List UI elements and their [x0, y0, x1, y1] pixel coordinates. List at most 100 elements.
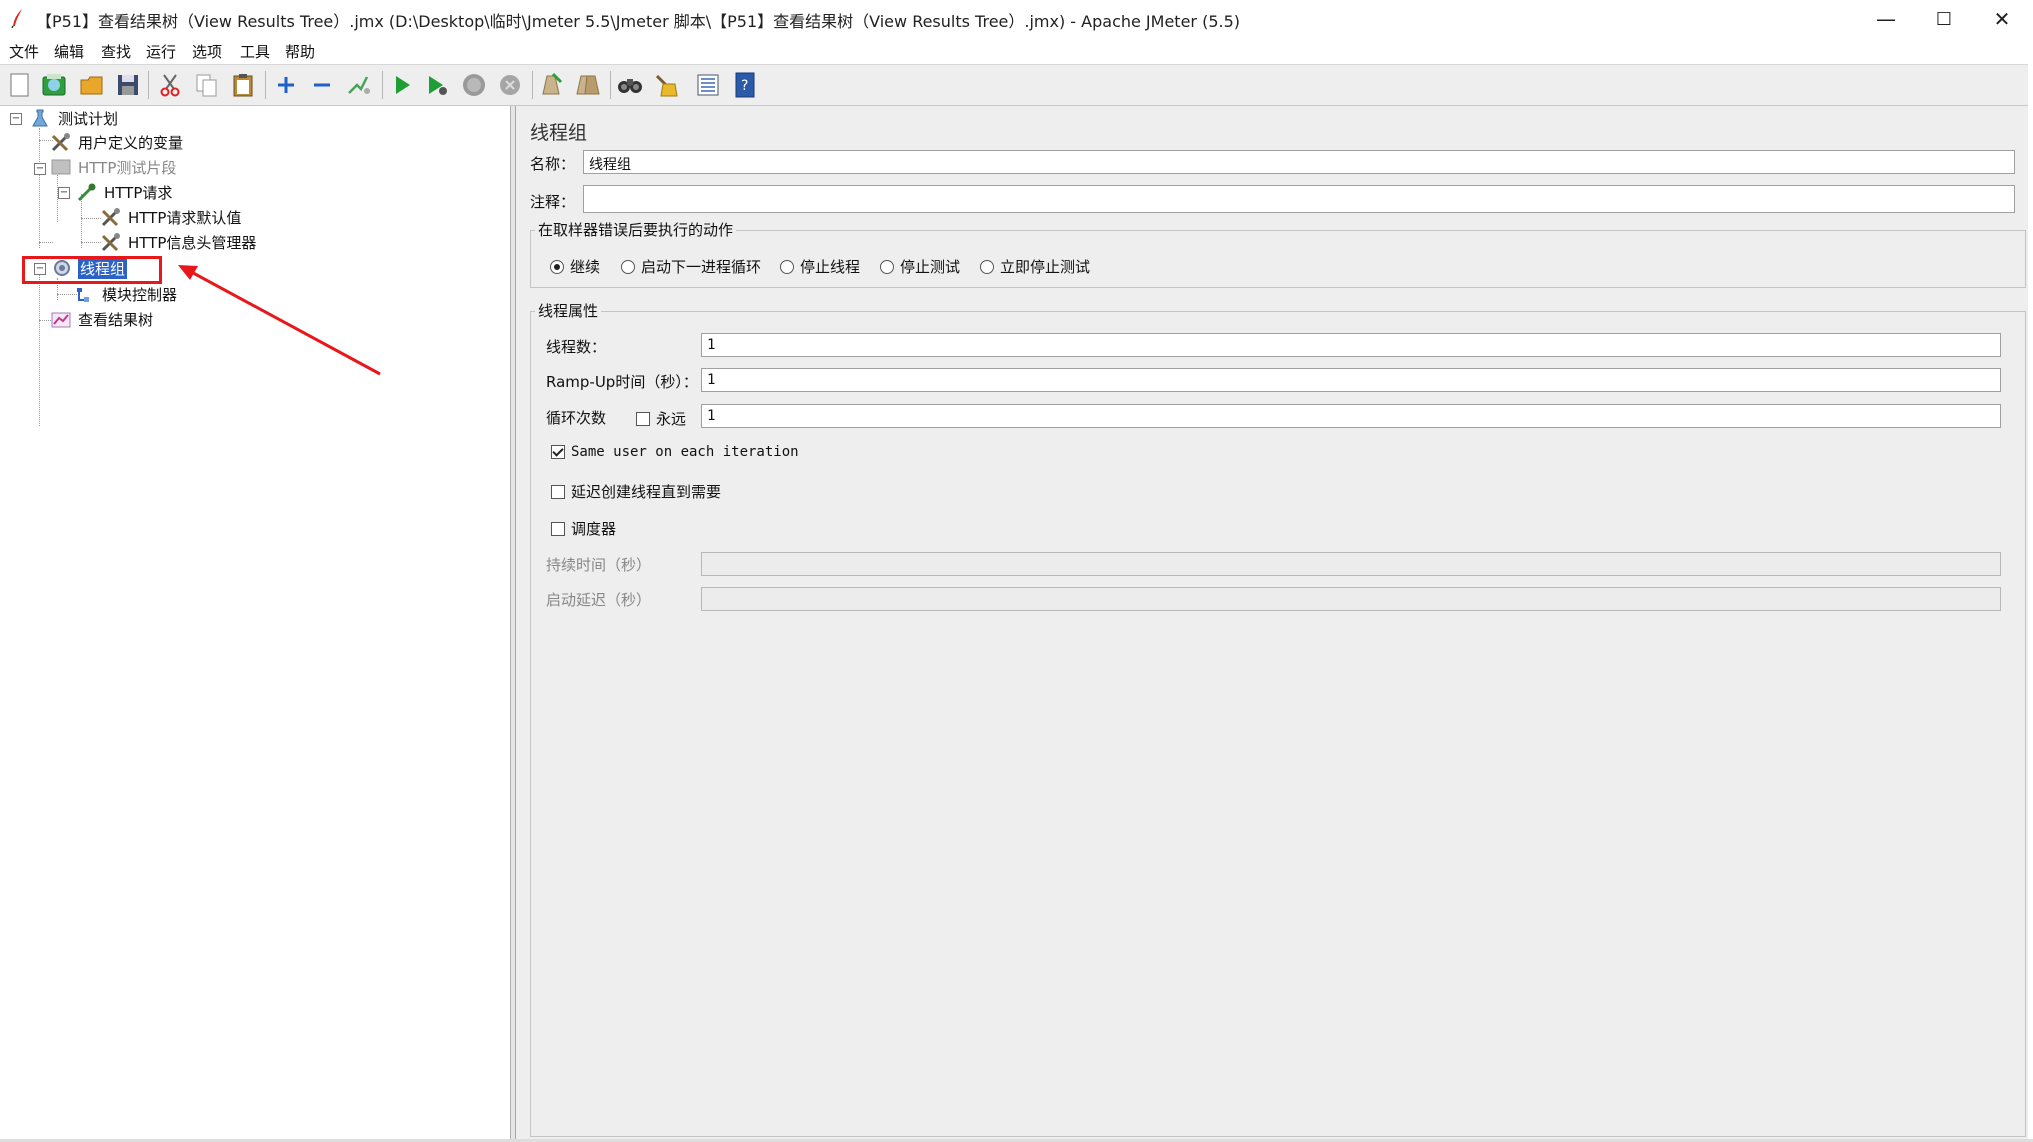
tree-collapse-toggle[interactable]: −: [34, 163, 46, 175]
svg-text:?: ?: [741, 78, 748, 94]
startup-delay-label: 启动延迟（秒）: [546, 591, 652, 609]
tree-item-user-vars[interactable]: 用户定义的变量: [50, 131, 185, 153]
clear-icon[interactable]: [538, 71, 566, 99]
radio-stop-test[interactable]: 停止测试: [880, 256, 960, 277]
loop-count-field[interactable]: 1: [701, 404, 2001, 428]
save-icon[interactable]: [114, 71, 142, 99]
collapse-icon[interactable]: [308, 71, 336, 99]
tools-icon: [101, 233, 120, 252]
search-icon[interactable]: [616, 71, 644, 99]
toggle-icon[interactable]: [344, 71, 372, 99]
threads-field[interactable]: 1: [701, 333, 2001, 357]
module-controller-icon: [77, 288, 89, 302]
close-button[interactable]: ✕: [1973, 0, 2031, 38]
radio-indicator: [880, 259, 894, 274]
comment-label: 注释：: [530, 193, 576, 211]
new-icon[interactable]: [6, 71, 34, 99]
start-no-pause-icon[interactable]: [423, 71, 451, 99]
tree-item-view-results-tree[interactable]: 查看结果树: [50, 308, 155, 330]
tree-line: [39, 266, 40, 426]
start-icon[interactable]: [388, 71, 416, 99]
thread-group-panel: 线程组 名称： 线程组 注释： 在取样器错误后要执行的动作 继续 启动下一进程循…: [516, 106, 2028, 1142]
panel-title: 线程组: [530, 122, 588, 144]
radio-label: 继续: [570, 258, 601, 276]
menu-options[interactable]: 选项: [192, 41, 222, 62]
stop-icon[interactable]: [460, 71, 488, 99]
toolbar-separator: [610, 71, 611, 99]
radio-stop-thread[interactable]: 停止线程: [780, 256, 860, 277]
tree-line: [39, 128, 40, 248]
delay-thread-creation-checkbox[interactable]: 延迟创建线程直到需要: [551, 481, 721, 502]
tree-item-http-defaults[interactable]: HTTP请求默认值: [100, 206, 243, 228]
toolbar-separator: [148, 71, 149, 99]
rampup-field[interactable]: 1: [701, 368, 2001, 392]
chart-listener-icon: [51, 312, 71, 328]
menu-edit[interactable]: 编辑: [54, 41, 84, 62]
loop-count-label: 循环次数: [546, 409, 607, 427]
checkbox-label: Same user on each iteration: [571, 444, 799, 460]
tree-item-module-controller[interactable]: 模块控制器: [74, 283, 179, 305]
tools-icon: [101, 208, 120, 227]
checkbox-indicator: [551, 521, 565, 536]
radio-indicator: [780, 259, 794, 274]
toolbar-separator: [265, 71, 266, 99]
toolbar-separator: [532, 71, 533, 99]
comment-field[interactable]: [583, 185, 2015, 213]
menu-help[interactable]: 帮助: [285, 41, 315, 62]
radio-stop-test-now[interactable]: 立即停止测试: [980, 256, 1090, 277]
tree-label-test-plan: 测试计划: [58, 109, 119, 128]
copy-icon[interactable]: [193, 71, 221, 99]
shutdown-icon[interactable]: [496, 71, 524, 99]
tree-item-http-fragment[interactable]: HTTP测试片段: [50, 156, 178, 178]
checkbox-indicator: [636, 411, 650, 426]
threads-label: 线程数：: [546, 338, 607, 356]
tree-item-http-header[interactable]: HTTP信息头管理器: [100, 231, 258, 253]
window-title: 【P51】查看结果树（View Results Tree）.jmx (D:\De…: [36, 12, 1241, 31]
startup-delay-field[interactable]: [701, 587, 2001, 611]
paste-icon[interactable]: [229, 71, 257, 99]
thread-properties-group: [530, 311, 2026, 1137]
annotation-highlight-box: [22, 256, 162, 284]
tree-item-http-request[interactable]: HTTP请求: [76, 181, 174, 203]
reset-search-icon[interactable]: [652, 71, 680, 99]
tree-item-test-plan[interactable]: 测试计划: [30, 107, 120, 129]
radio-indicator: [621, 259, 635, 274]
help-icon[interactable]: ?: [731, 71, 759, 99]
tree-label-user-vars: 用户定义的变量: [78, 133, 184, 152]
radio-continue[interactable]: 继续: [550, 256, 600, 277]
checkbox-label: 调度器: [571, 520, 617, 538]
menu-search[interactable]: 查找: [101, 41, 131, 62]
menu-file[interactable]: 文件: [9, 41, 39, 62]
function-helper-icon[interactable]: [694, 71, 722, 99]
sampler-error-action-title: 在取样器错误后要执行的动作: [535, 219, 737, 240]
cut-icon[interactable]: [156, 71, 184, 99]
scheduler-checkbox[interactable]: 调度器: [551, 518, 616, 539]
duration-field[interactable]: [701, 552, 2001, 576]
toolbar: ?: [0, 64, 2028, 106]
open-icon[interactable]: [78, 71, 106, 99]
templates-icon[interactable]: [40, 71, 68, 99]
radio-indicator: [980, 259, 994, 274]
forever-checkbox[interactable]: 永远: [636, 408, 686, 429]
tree-label-view-results-tree: 查看结果树: [78, 310, 154, 329]
minimize-button[interactable]: —: [1857, 0, 1915, 38]
fragment-icon: [51, 159, 71, 175]
same-user-checkbox[interactable]: Same user on each iteration: [551, 444, 799, 460]
radio-start-next-loop[interactable]: 启动下一进程循环: [621, 256, 761, 277]
menu-run[interactable]: 运行: [146, 41, 176, 62]
maximize-button[interactable]: ☐: [1915, 0, 1973, 38]
tree-line: [39, 242, 53, 243]
jmeter-feather-icon: [11, 9, 22, 28]
radio-indicator: [550, 259, 564, 274]
radio-label: 停止线程: [800, 258, 861, 276]
checkbox-indicator: [551, 484, 565, 499]
tree-label-http-fragment: HTTP测试片段: [78, 158, 177, 177]
menu-tools[interactable]: 工具: [240, 41, 270, 62]
tree-label-http-request: HTTP请求: [104, 183, 173, 202]
checkbox-label: 永远: [656, 410, 687, 428]
name-field[interactable]: 线程组: [583, 150, 2015, 174]
expand-icon[interactable]: [272, 71, 300, 99]
tree-collapse-toggle[interactable]: −: [58, 187, 70, 199]
clear-all-icon[interactable]: [574, 71, 602, 99]
tree-collapse-toggle[interactable]: −: [10, 113, 22, 125]
